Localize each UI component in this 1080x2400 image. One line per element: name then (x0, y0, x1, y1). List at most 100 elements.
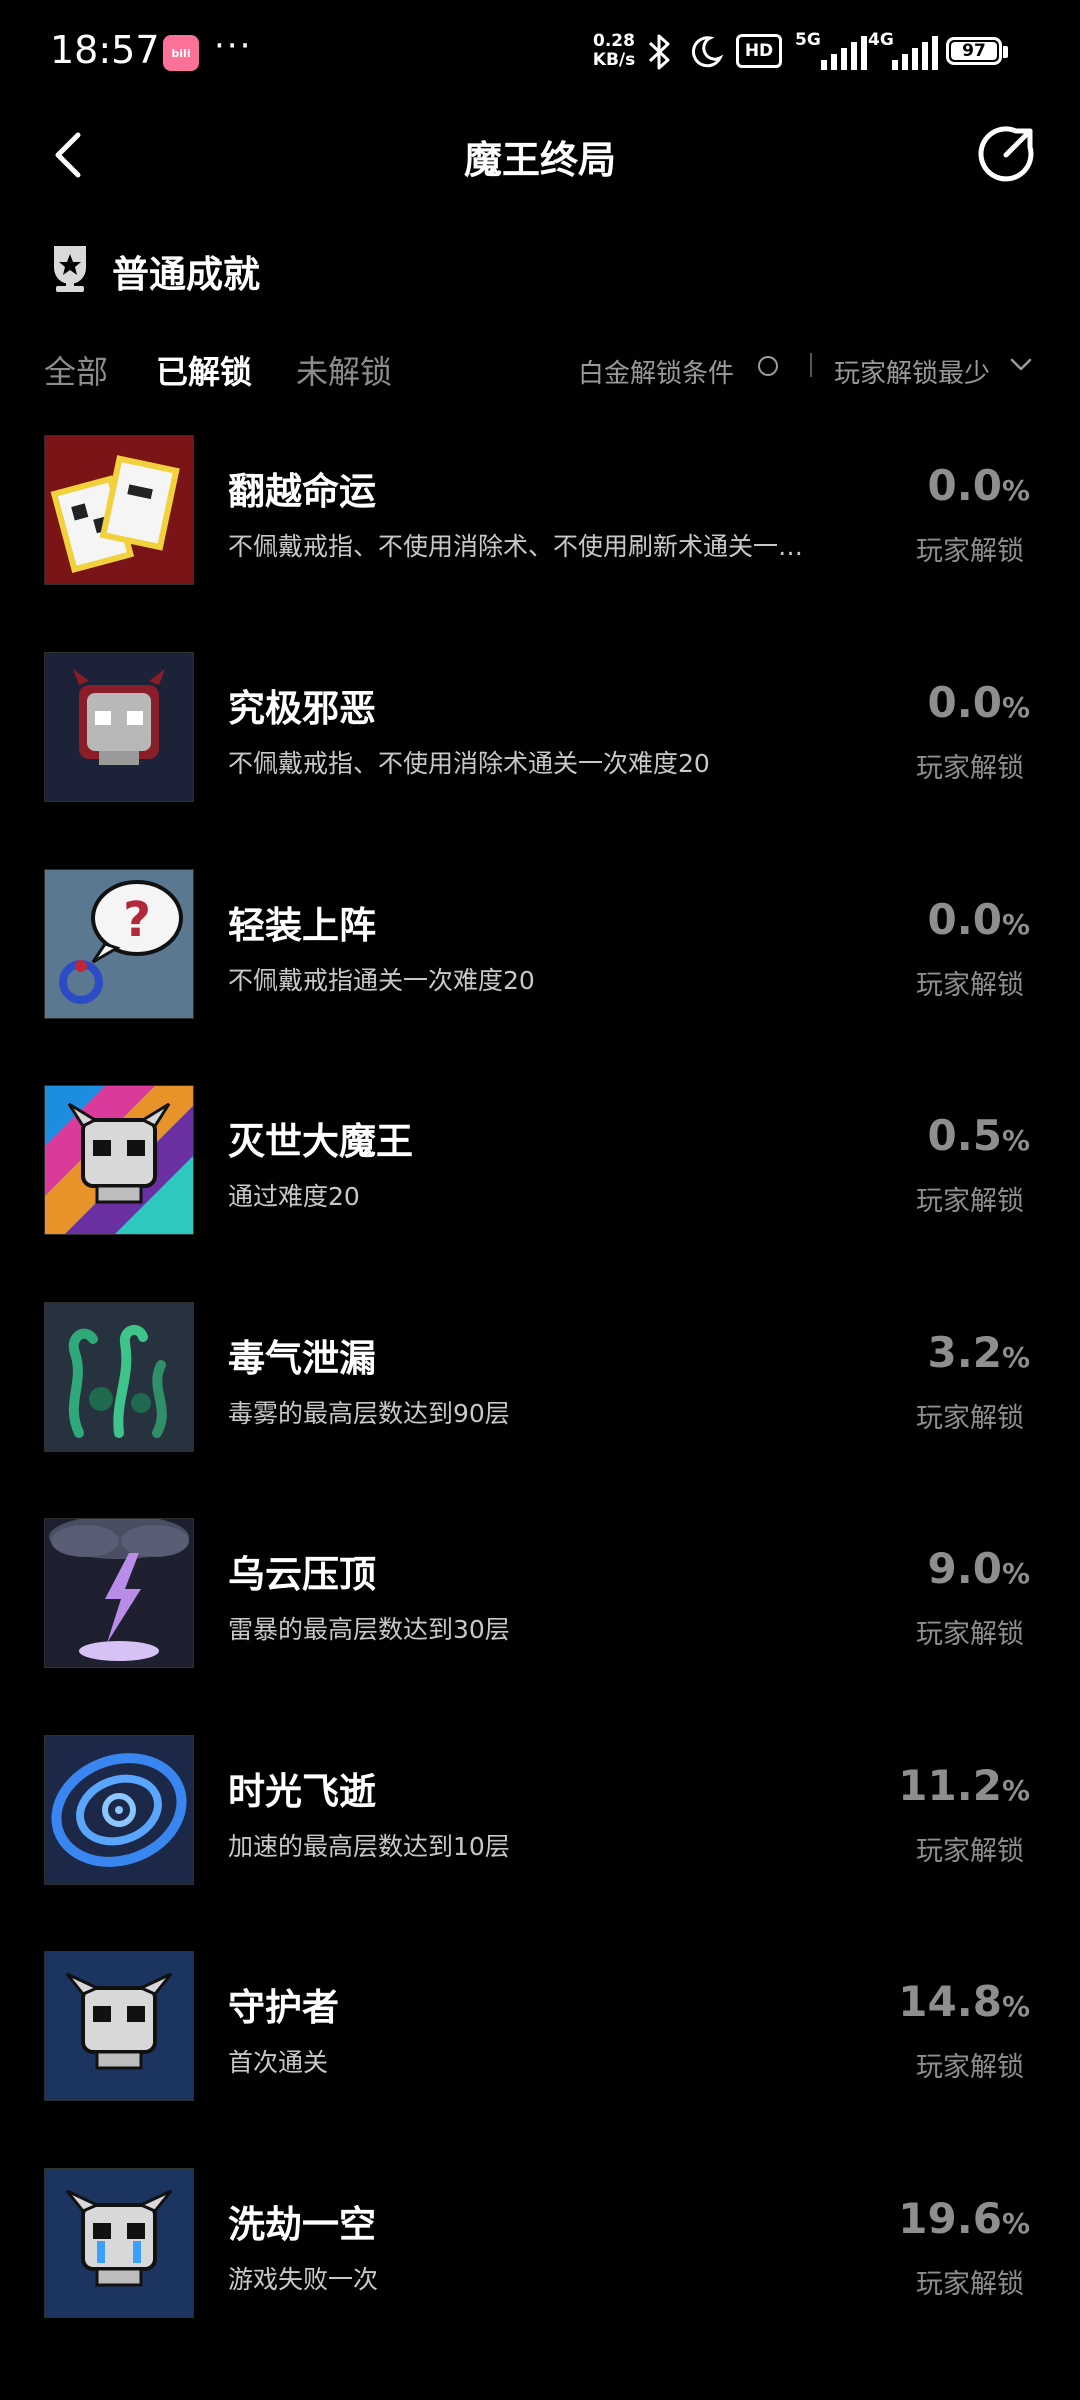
percent-value: 0.0 (927, 895, 1002, 944)
achievement-percent: 0.0% (928, 895, 1030, 944)
battery-icon: 97 (946, 37, 1010, 69)
achievement-item[interactable]: 翻越命运 不佩戴戒指、不使用消除术、不使用刷新术通关一… 0.0% 玩家解锁 (0, 435, 1080, 587)
achievement-desc: 雷暴的最高层数达到30层 (228, 1615, 510, 1644)
achievement-name: 乌云压顶 (228, 1553, 376, 1596)
tab-locked[interactable]: 未解锁 (296, 347, 392, 393)
percent-value: 3.2 (927, 1328, 1002, 1377)
percent-unit: % (1001, 691, 1030, 724)
achievement-desc: 不佩戴戒指、不使用消除术、不使用刷新术通关一… (228, 532, 804, 561)
achievement-desc: 游戏失败一次 (228, 2265, 379, 2294)
platinum-condition-label[interactable]: 白金解锁条件 (578, 353, 734, 390)
demon-king-icon (44, 1085, 194, 1235)
tab-all[interactable]: 全部 (44, 347, 108, 393)
achievement-name: 毒气泄漏 (228, 1337, 376, 1380)
achievement-item[interactable]: 灭世大魔王 通过难度20 0.5% 玩家解锁 (0, 1085, 1080, 1237)
achievement-name: 洗劫一空 (228, 2203, 376, 2246)
achievement-sublabel: 玩家解锁 (916, 1186, 1024, 1217)
achievement-sublabel: 玩家解锁 (916, 536, 1024, 567)
achievement-percent: 0.0% (928, 461, 1030, 510)
filter-row: 全部 已解锁 未解锁 白金解锁条件 玩家解锁最少 (0, 345, 1080, 395)
moon-icon (691, 36, 724, 68)
achievement-sublabel: 玩家解锁 (916, 1619, 1024, 1650)
achievement-sublabel: 玩家解锁 (916, 1403, 1024, 1434)
achievement-desc: 毒雾的最高层数达到90层 (228, 1399, 510, 1428)
achievement-percent: 9.0% (928, 1544, 1030, 1593)
trophy-icon (54, 246, 86, 292)
percent-unit: % (1001, 2207, 1030, 2240)
percent-value: 11.2 (898, 1761, 1002, 1810)
evil-skull-icon (44, 652, 194, 802)
percent-value: 0.0 (927, 461, 1002, 510)
achievement-name: 翻越命运 (228, 470, 376, 513)
poison-gas-icon (44, 1302, 194, 1452)
achievement-desc: 不佩戴戒指、不使用消除术通关一次难度20 (228, 749, 710, 778)
achievement-item[interactable]: 时光飞逝 加速的最高层数达到10层 11.2% 玩家解锁 (0, 1735, 1080, 1887)
achievement-percent: 11.2% (898, 1761, 1030, 1810)
sort-dropdown[interactable]: 玩家解锁最少 (834, 353, 990, 390)
achievement-name: 究极邪恶 (228, 687, 376, 730)
crying-skull-icon (44, 2168, 194, 2318)
battery-level: 97 (951, 42, 997, 60)
achievement-item[interactable]: 洗劫一空 游戏失败一次 19.6% 玩家解锁 (0, 2168, 1080, 2320)
more-notifications-icon: ··· (214, 26, 253, 66)
status-bar: 18:57 bili ··· 0.28 KB/s HD 5G 4G 97 (0, 0, 1080, 105)
percent-unit: % (1001, 1124, 1030, 1157)
percent-value: 14.8 (898, 1977, 1002, 2026)
network-speed: 0.28 KB/s (586, 32, 642, 70)
status-time: 18:57 (50, 28, 160, 72)
percent-unit: % (1001, 1990, 1030, 2023)
svg-text:?: ? (123, 892, 151, 948)
achievement-item[interactable]: 毒气泄漏 毒雾的最高层数达到90层 3.2% 玩家解锁 (0, 1302, 1080, 1454)
achievement-name: 守护者 (228, 1986, 339, 2029)
achievement-percent: 0.0% (928, 678, 1030, 727)
achievement-sublabel: 玩家解锁 (916, 1836, 1024, 1867)
page-title: 魔王终局 (463, 138, 616, 182)
achievement-percent: 19.6% (898, 2194, 1030, 2243)
percent-unit: % (1001, 1557, 1030, 1590)
achievement-item[interactable]: 乌云压顶 雷暴的最高层数达到30层 9.0% 玩家解锁 (0, 1518, 1080, 1670)
achievement-sublabel: 玩家解锁 (916, 970, 1024, 1001)
achievement-sublabel: 玩家解锁 (916, 753, 1024, 784)
achievement-name: 轻装上阵 (228, 904, 376, 947)
percent-value: 9.0 (927, 1544, 1002, 1593)
achievement-desc: 首次通关 (228, 2048, 329, 2077)
achievement-percent: 3.2% (928, 1328, 1030, 1377)
share-icon[interactable] (976, 123, 1038, 185)
question-ring-icon: ? (44, 869, 194, 1019)
nav-bar: 魔王终局 (0, 115, 1080, 195)
bilibili-app-icon: bili (163, 35, 199, 71)
percent-value: 0.5 (927, 1111, 1002, 1160)
achievement-item[interactable]: 守护者 首次通关 14.8% 玩家解锁 (0, 1951, 1080, 2103)
network-speed-unit: KB/s (592, 50, 636, 70)
chevron-down-icon[interactable] (1010, 358, 1032, 372)
achievement-name: 灭世大魔王 (228, 1120, 413, 1163)
achievement-sublabel: 玩家解锁 (916, 2052, 1024, 2083)
back-icon[interactable] (44, 127, 100, 183)
section-title: 普通成就 (112, 253, 260, 296)
thunder-cloud-icon (44, 1518, 194, 1668)
hd-icon: HD (736, 34, 782, 68)
divider (810, 353, 812, 377)
percent-unit: % (1001, 908, 1030, 941)
achievement-name: 时光飞逝 (228, 1770, 376, 1813)
signal-5g-icon: 5G (795, 30, 871, 74)
achievement-desc: 不佩戴戒指通关一次难度20 (228, 966, 535, 995)
percent-value: 0.0 (927, 678, 1002, 727)
bluetooth-icon (648, 34, 670, 70)
achievement-item[interactable]: 究极邪恶 不佩戴戒指、不使用消除术通关一次难度20 0.0% 玩家解锁 (0, 652, 1080, 804)
achievement-percent: 14.8% (898, 1977, 1030, 2026)
percent-unit: % (1001, 1341, 1030, 1374)
cards-icon (44, 435, 194, 585)
tab-unlocked[interactable]: 已解锁 (156, 347, 252, 393)
signal-4g-icon: 4G (868, 30, 944, 74)
platinum-condition-radio[interactable] (758, 356, 778, 376)
achievement-item[interactable]: ? 轻装上阵 不佩戴戒指通关一次难度20 0.0% 玩家解锁 (0, 869, 1080, 1021)
network-speed-value: 0.28 (593, 31, 635, 51)
signal-5g-label: 5G (795, 30, 821, 50)
percent-unit: % (1001, 1774, 1030, 1807)
percent-value: 19.6 (898, 2194, 1002, 2243)
percent-unit: % (1001, 474, 1030, 507)
time-vortex-icon (44, 1735, 194, 1885)
achievement-desc: 加速的最高层数达到10层 (228, 1832, 510, 1861)
guardian-skull-icon (44, 1951, 194, 2101)
